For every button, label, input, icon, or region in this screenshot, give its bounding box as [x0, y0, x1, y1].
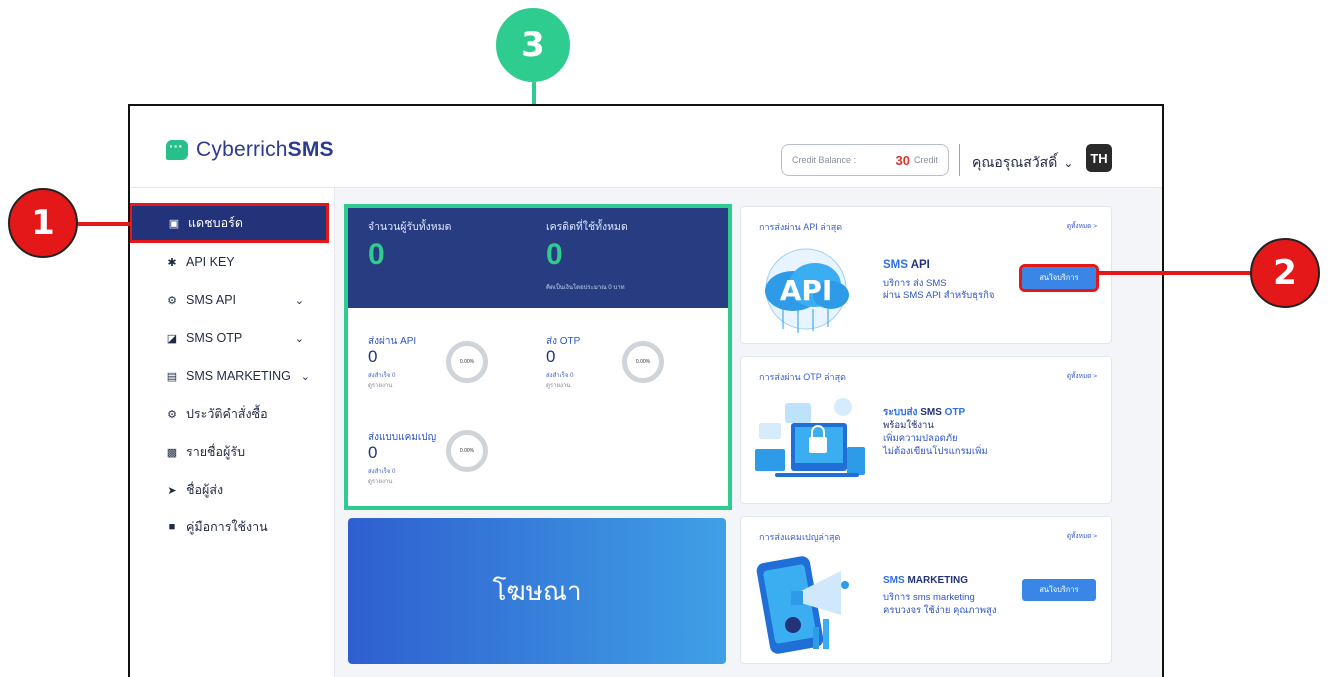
logo-text: CyberrichSMS [196, 138, 334, 161]
app-window: CyberrichSMS Credit Balance : 30 Credit … [128, 104, 1164, 677]
otp-icon: ◪ [166, 332, 178, 345]
stats-summary: จำนวนผู้รับทั้งหมด 0 เครดิตที่ใช้ทั้งหมด… [348, 208, 728, 308]
chevron-down-icon: ⌄ [294, 332, 304, 345]
campaign-success: ส่งสำเร็จ 0 [368, 469, 396, 475]
dashboard-icon: ▣ [168, 217, 180, 230]
book-icon: ■ [168, 521, 176, 533]
callout-1-line [78, 222, 130, 226]
sidebar-item-label: API KEY [186, 255, 235, 269]
sidebar-item-manual[interactable]: ■ คู่มือการใช้งาน [130, 510, 330, 544]
otp-send-value: 0 [546, 347, 556, 366]
api-progress-ring: 0.00% [446, 341, 488, 383]
callout-3: 3 [496, 8, 570, 82]
api-card-heading: SMS API [883, 259, 930, 271]
api-view-all-link[interactable]: ดูทั้งหมด > [1067, 221, 1097, 231]
otp-report-link[interactable]: ดูรายงาน [546, 380, 570, 390]
callout-1: 1 [8, 188, 78, 258]
marketing-card-heading: SMS MARKETING [883, 575, 969, 586]
key-icon: ✱ [167, 256, 177, 269]
credits-note: คิดเป็นเงินโดยประมาณ 0 บาท [546, 285, 625, 291]
marketing-card: การส่งแคมเปญล่าสุด ดูทั้งหมด > SMS MARKE… [740, 516, 1112, 664]
marketing-view-all-link[interactable]: ดูทั้งหมด > [1067, 531, 1097, 541]
user-menu[interactable]: คุณอรุณสวัสดิ์ ⌄ [972, 152, 1073, 174]
svg-text:API: API [780, 274, 833, 307]
send-icon: ➤ [167, 484, 177, 497]
campaign-report-link[interactable]: ดูรายงาน [368, 476, 392, 486]
sidebar-item-sms-marketing[interactable]: ▤ SMS MARKETING ⌄ [130, 359, 330, 393]
marketing-megaphone-illustration [756, 556, 849, 654]
callout-2: 2 [1250, 238, 1320, 308]
sidebar-item-label: SMS MARKETING [186, 369, 291, 383]
credit-label: Credit Balance : [792, 155, 857, 165]
api-card: การส่งผ่าน API ล่าสุด ดูทั้งหมด > API SM… [740, 206, 1112, 344]
api-report-link[interactable]: ดูรายงาน [368, 380, 392, 390]
callout-2-line [1098, 271, 1250, 275]
otp-security-illustration [755, 398, 865, 477]
language-button[interactable]: TH [1086, 144, 1112, 172]
chevron-down-icon: ⌄ [294, 294, 304, 307]
campaign-send-value: 0 [368, 443, 378, 462]
sidebar-item-label: แดชบอร์ด [188, 216, 243, 230]
api-card-desc-2: ผ่าน SMS API สำหรับธุรกิจ [883, 290, 995, 301]
recipients-value: 0 [368, 238, 385, 271]
sidebar: ▣ แดชบอร์ด ✱ API KEY ⚙ SMS API ⌄ ◪ SMS O… [130, 188, 335, 677]
credit-balance[interactable]: Credit Balance : 30 Credit [781, 144, 949, 176]
marketing-card-desc-1: บริการ sms marketing [883, 592, 975, 603]
sidebar-item-label: SMS OTP [186, 331, 243, 345]
sidebar-item-api-key[interactable]: ✱ API KEY [130, 245, 330, 279]
sidebar-item-sms-api[interactable]: ⚙ SMS API ⌄ [130, 283, 330, 317]
user-name: คุณอรุณสวัสดิ์ [972, 154, 1058, 170]
header-divider [959, 144, 960, 176]
credit-unit: Credit [913, 155, 938, 165]
api-interest-button[interactable]: สนใจบริการ [1019, 264, 1099, 292]
sidebar-item-sms-otp[interactable]: ◪ SMS OTP ⌄ [130, 321, 330, 355]
campaign-progress-ring: 0.00% [446, 430, 488, 472]
otp-card-title: การส่งผ่าน OTP ล่าสุด [759, 372, 846, 382]
campaign-send-label: ส่งแบบแคมเปญ [368, 432, 437, 443]
sidebar-item-label: รายชื่อผู้รับ [186, 445, 246, 459]
otp-card-desc-2: เพิ่มความปลอดภัย [883, 433, 958, 444]
credits-value: 0 [546, 238, 563, 271]
sidebar-item-label: คู่มือการใช้งาน [186, 520, 268, 534]
api-success: ส่งสำเร็จ 0 [368, 373, 396, 379]
gear-icon: ⚙ [167, 408, 177, 421]
api-send-value: 0 [368, 347, 378, 366]
sidebar-item-dashboard[interactable]: ▣ แดชบอร์ด [130, 203, 329, 243]
api-icon: ⚙ [167, 294, 177, 307]
logo[interactable]: CyberrichSMS [166, 138, 334, 162]
otp-card-heading: ระบบส่ง SMS OTP [883, 407, 966, 418]
contacts-icon: ▩ [166, 446, 178, 459]
sidebar-item-contacts[interactable]: ▩ รายชื่อผู้รับ [130, 435, 330, 469]
otp-success: ส่งสำเร็จ 0 [546, 373, 574, 379]
sidebar-item-order-history[interactable]: ⚙ ประวัติคำสั่งซื้อ [130, 397, 330, 431]
otp-card-desc-3: ไม่ต้องเขียนโปรแกรมเพิ่ม [883, 446, 988, 457]
recipients-label: จำนวนผู้รับทั้งหมด [368, 221, 452, 233]
sidebar-item-label: ประวัติคำสั่งซื้อ [186, 407, 268, 421]
marketing-card-desc-2: ครบวงจร ใช้ง่าย คุณภาพสูง [883, 605, 997, 616]
marketing-interest-button[interactable]: สนใจบริการ [1022, 579, 1096, 601]
marketing-card-title: การส่งแคมเปญล่าสุด [759, 532, 841, 542]
chat-bubble-icon [166, 138, 188, 160]
credits-label: เครดิตที่ใช้ทั้งหมด [546, 221, 628, 233]
otp-card-desc-1: พร้อมใช้งาน [883, 420, 934, 431]
api-card-title: การส่งผ่าน API ล่าสุด [759, 222, 843, 232]
chevron-down-icon: ⌄ [300, 370, 310, 383]
api-cloud-illustration: API [765, 248, 849, 333]
otp-view-all-link[interactable]: ดูทั้งหมด > [1067, 371, 1097, 381]
chevron-down-icon: ⌄ [1063, 156, 1074, 170]
credit-amount: 30 [895, 152, 910, 168]
marketing-icon: ▤ [166, 370, 178, 383]
top-header: CyberrichSMS Credit Balance : 30 Credit … [130, 106, 1162, 188]
otp-progress-ring: 0.00% [622, 341, 664, 383]
otp-card: การส่งผ่าน OTP ล่าสุด ดูทั้งหมด > ระบบส่… [740, 356, 1112, 504]
ad-banner[interactable]: โฆษณา [348, 518, 726, 664]
sidebar-item-label: SMS API [186, 293, 237, 307]
sidebar-item-sender-names[interactable]: ➤ ชื่อผู้ส่ง [130, 473, 330, 507]
sidebar-item-label: ชื่อผู้ส่ง [186, 483, 224, 497]
stats-panel: จำนวนผู้รับทั้งหมด 0 เครดิตที่ใช้ทั้งหมด… [344, 204, 732, 510]
